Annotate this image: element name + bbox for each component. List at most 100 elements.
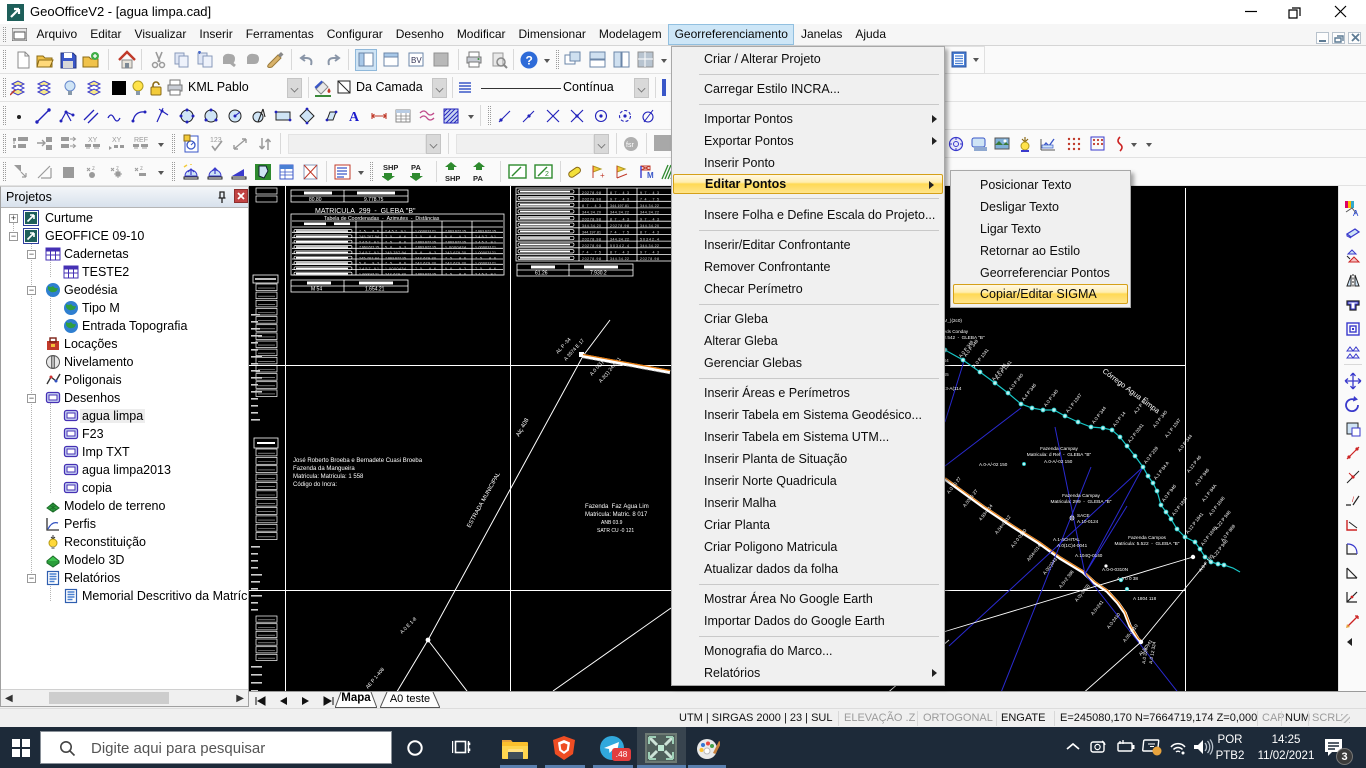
svg-text:PA: PA — [411, 163, 421, 172]
svg-text:20278.98: 20278.98 — [582, 244, 601, 248]
svg-text:SHP: SHP — [445, 174, 460, 182]
svg-text:Fazenda Campay: Fazenda Campay — [1040, 446, 1078, 452]
svg-text:A.0(1C)4-0041: A.0(1C)4-0041 — [1057, 543, 1088, 548]
svg-text:7.930.2: 7.930.2 — [590, 271, 607, 277]
svg-text:Matricula: d Ref - GLEBA "B": Matricula: d Ref - GLEBA "B" — [1027, 452, 1092, 458]
svg-text:A.1 P 84 A: A.1 P 84 A — [1153, 460, 1171, 481]
svg-text:A.0 P 946: A.0 P 946 — [1161, 483, 1178, 502]
svg-text:Fazenda Campos: Fazenda Campos — [1128, 535, 1166, 541]
svg-text:2457.91: 2457.91 — [475, 240, 496, 244]
svg-text:344.197.81: 344.197.81 — [610, 204, 629, 208]
svg-text:75.86: 75.86 — [385, 235, 406, 239]
svg-text:2457.91: 2457.91 — [475, 235, 496, 239]
svg-text:1.654.21: 1.654.21 — [365, 287, 385, 293]
svg-text:344.34.20: 344.34.20 — [640, 224, 659, 228]
svg-text:fsr: fsr — [626, 142, 634, 149]
svg-text:REF: REF — [134, 137, 148, 144]
svg-text:Matricula: Matric. 8 017: Matricula: Matric. 8 017 — [585, 512, 648, 518]
svg-text:7.663.677.15: 7.663.677.15 — [415, 240, 436, 244]
svg-text:20278.98: 20278.98 — [582, 257, 601, 261]
svg-text:2: 2 — [545, 171, 549, 178]
svg-text:243.679.30: 243.679.30 — [445, 262, 466, 266]
svg-text:97.43: 97.43 — [610, 197, 629, 201]
svg-text:344.34.22: 344.34.22 — [610, 237, 629, 241]
svg-text:A.1 P 84A: A.1 P 84A — [1201, 482, 1218, 502]
svg-text:243.679.30: 243.679.30 — [445, 251, 466, 255]
svg-text:XY: XY — [88, 137, 98, 144]
svg-text:M 54: M 54 — [311, 287, 322, 293]
svg-text:58.93: 58.93 — [445, 235, 466, 239]
svg-text:A.104Q-0140: A.104Q-0140 — [1075, 553, 1103, 558]
svg-text:A.0-2410: A.0-2410 — [1106, 611, 1122, 629]
svg-text:Alç 408: Alç 408 — [516, 417, 531, 438]
svg-text:A.0 P 344: A.0 P 344 — [1091, 405, 1108, 424]
svg-text:A: A — [1353, 209, 1359, 218]
svg-text:1.00003121: 1.00003121 — [475, 262, 496, 266]
svg-text:A.0 P 1847: A.0 P 1847 — [1171, 495, 1189, 516]
svg-text:Matricula: 299 - GLEBA "B": Matricula: 299 - GLEBA "B" — [1051, 499, 1112, 505]
svg-text:7.663.677.15: 7.663.677.15 — [475, 230, 496, 234]
svg-text:344.34.22: 344.34.22 — [640, 204, 659, 208]
svg-text:344.34.20: 344.34.20 — [582, 211, 601, 215]
svg-text:7.663.677.15: 7.663.677.15 — [445, 230, 466, 234]
svg-text:58.93: 58.93 — [359, 262, 379, 266]
svg-text:87.43: 87.43 — [610, 217, 629, 221]
svg-text:eeds Conday: eeds Conday — [941, 329, 969, 334]
svg-text:245.767.94: 245.767.94 — [359, 235, 379, 239]
svg-text:ESTRADA MUNICIPAL: ESTRADA MUNICIPAL — [467, 471, 503, 529]
svg-text:XY: XY — [112, 137, 122, 144]
svg-text:245.767.94: 245.767.94 — [385, 251, 406, 255]
svg-text:20278.98: 20278.98 — [640, 257, 659, 261]
svg-text:80.80: 80.80 — [309, 197, 322, 203]
svg-text:A.0 P 239: A.0 P 239 — [1143, 445, 1160, 464]
svg-text:87.43: 87.43 — [640, 231, 659, 235]
svg-text:A 1804 118: A 1804 118 — [1133, 596, 1157, 601]
svg-text:1.0000434: 1.0000434 — [445, 246, 466, 250]
svg-text:245.767.94: 245.767.94 — [359, 256, 379, 260]
svg-text:Fazenda Campay: Fazenda Campay — [1062, 493, 1100, 499]
svg-text:A.0 E 1-8: A.0 E 1-8 — [399, 616, 418, 635]
svg-text:20278.98: 20278.98 — [582, 237, 601, 241]
svg-text:75.86: 75.86 — [445, 256, 466, 260]
svg-text:Código do Incra:: Código do Incra: — [293, 482, 337, 488]
svg-text:243.679.30: 243.679.30 — [415, 262, 436, 266]
svg-text:Tabela de Coordenadas - Azim: Tabela de Coordenadas - Azimutes - Distâ… — [324, 216, 440, 222]
svg-text:A.2 P 0341: A.2 P 0341 — [1127, 422, 1145, 443]
svg-text:A.0 P 240: A.0 P 240 — [1008, 372, 1025, 391]
svg-text:A: A — [349, 110, 360, 125]
svg-text:58.93: 58.93 — [385, 246, 406, 250]
svg-text:7.663.677.15: 7.663.677.15 — [415, 272, 436, 276]
svg-text:243.679.30: 243.679.30 — [385, 272, 406, 276]
svg-text:A.0-0-0310N: A.0-0-0310N — [1102, 567, 1128, 572]
svg-text:20278.98: 20278.98 — [582, 197, 601, 201]
svg-text:20278.98: 20278.98 — [610, 224, 629, 228]
svg-text:7.663.677.15: 7.663.677.15 — [385, 256, 406, 260]
svg-text:1.0000434: 1.0000434 — [385, 267, 406, 271]
svg-text:74.75: 74.75 — [640, 197, 659, 201]
svg-text:. 2.542 - GLEBA "B": . 2.542 - GLEBA "B" — [941, 335, 985, 340]
svg-text:2457.91: 2457.91 — [359, 240, 379, 244]
svg-text:A.0-A/-02 150: A.0-A/-02 150 — [1044, 459, 1073, 464]
svg-text:A.12 P 46: A.12 P 46 — [1186, 454, 1203, 473]
svg-text:M: M — [647, 171, 654, 180]
svg-text:Matricula: 5.522 - GLEBA "B": Matricula: 5.522 - GLEBA "B" — [1115, 541, 1180, 547]
svg-text:Matricula: Matricula: 1 558: Matricula: Matricula: 1 558 — [293, 474, 364, 480]
svg-text:José Roberto Broeba e Bernadet: José Roberto Broeba e Bernadete Cuasi Br… — [293, 458, 423, 464]
svg-text:SACE: SACE — [1077, 513, 1090, 518]
svg-text:75.86: 75.86 — [359, 230, 379, 234]
svg-text:z: z — [92, 166, 95, 172]
svg-text:A.0 P 868: A.0 P 868 — [1220, 523, 1237, 542]
svg-text:7.663.677.15: 7.663.677.15 — [359, 246, 379, 250]
svg-text:A.0 P 1646: A.0 P 1646 — [1208, 495, 1226, 516]
svg-text:1.00003121: 1.00003121 — [475, 246, 496, 250]
svg-text:20278.98: 20278.98 — [582, 217, 601, 221]
svg-text:2457.91: 2457.91 — [385, 230, 406, 234]
svg-text:1.00003121: 1.00003121 — [415, 230, 436, 234]
svg-text:+: + — [600, 171, 605, 180]
svg-text:75.86: 75.86 — [415, 267, 436, 271]
svg-text:A.0-A/-02 150: A.0-A/-02 150 — [979, 462, 1008, 467]
svg-text:BV: BV — [411, 56, 422, 65]
svg-text:Fazenda da Mangueira: Fazenda da Mangueira — [293, 466, 355, 472]
svg-text:AE P 1-408: AE P 1-408 — [365, 667, 386, 691]
svg-text:2457.91: 2457.91 — [475, 272, 496, 276]
